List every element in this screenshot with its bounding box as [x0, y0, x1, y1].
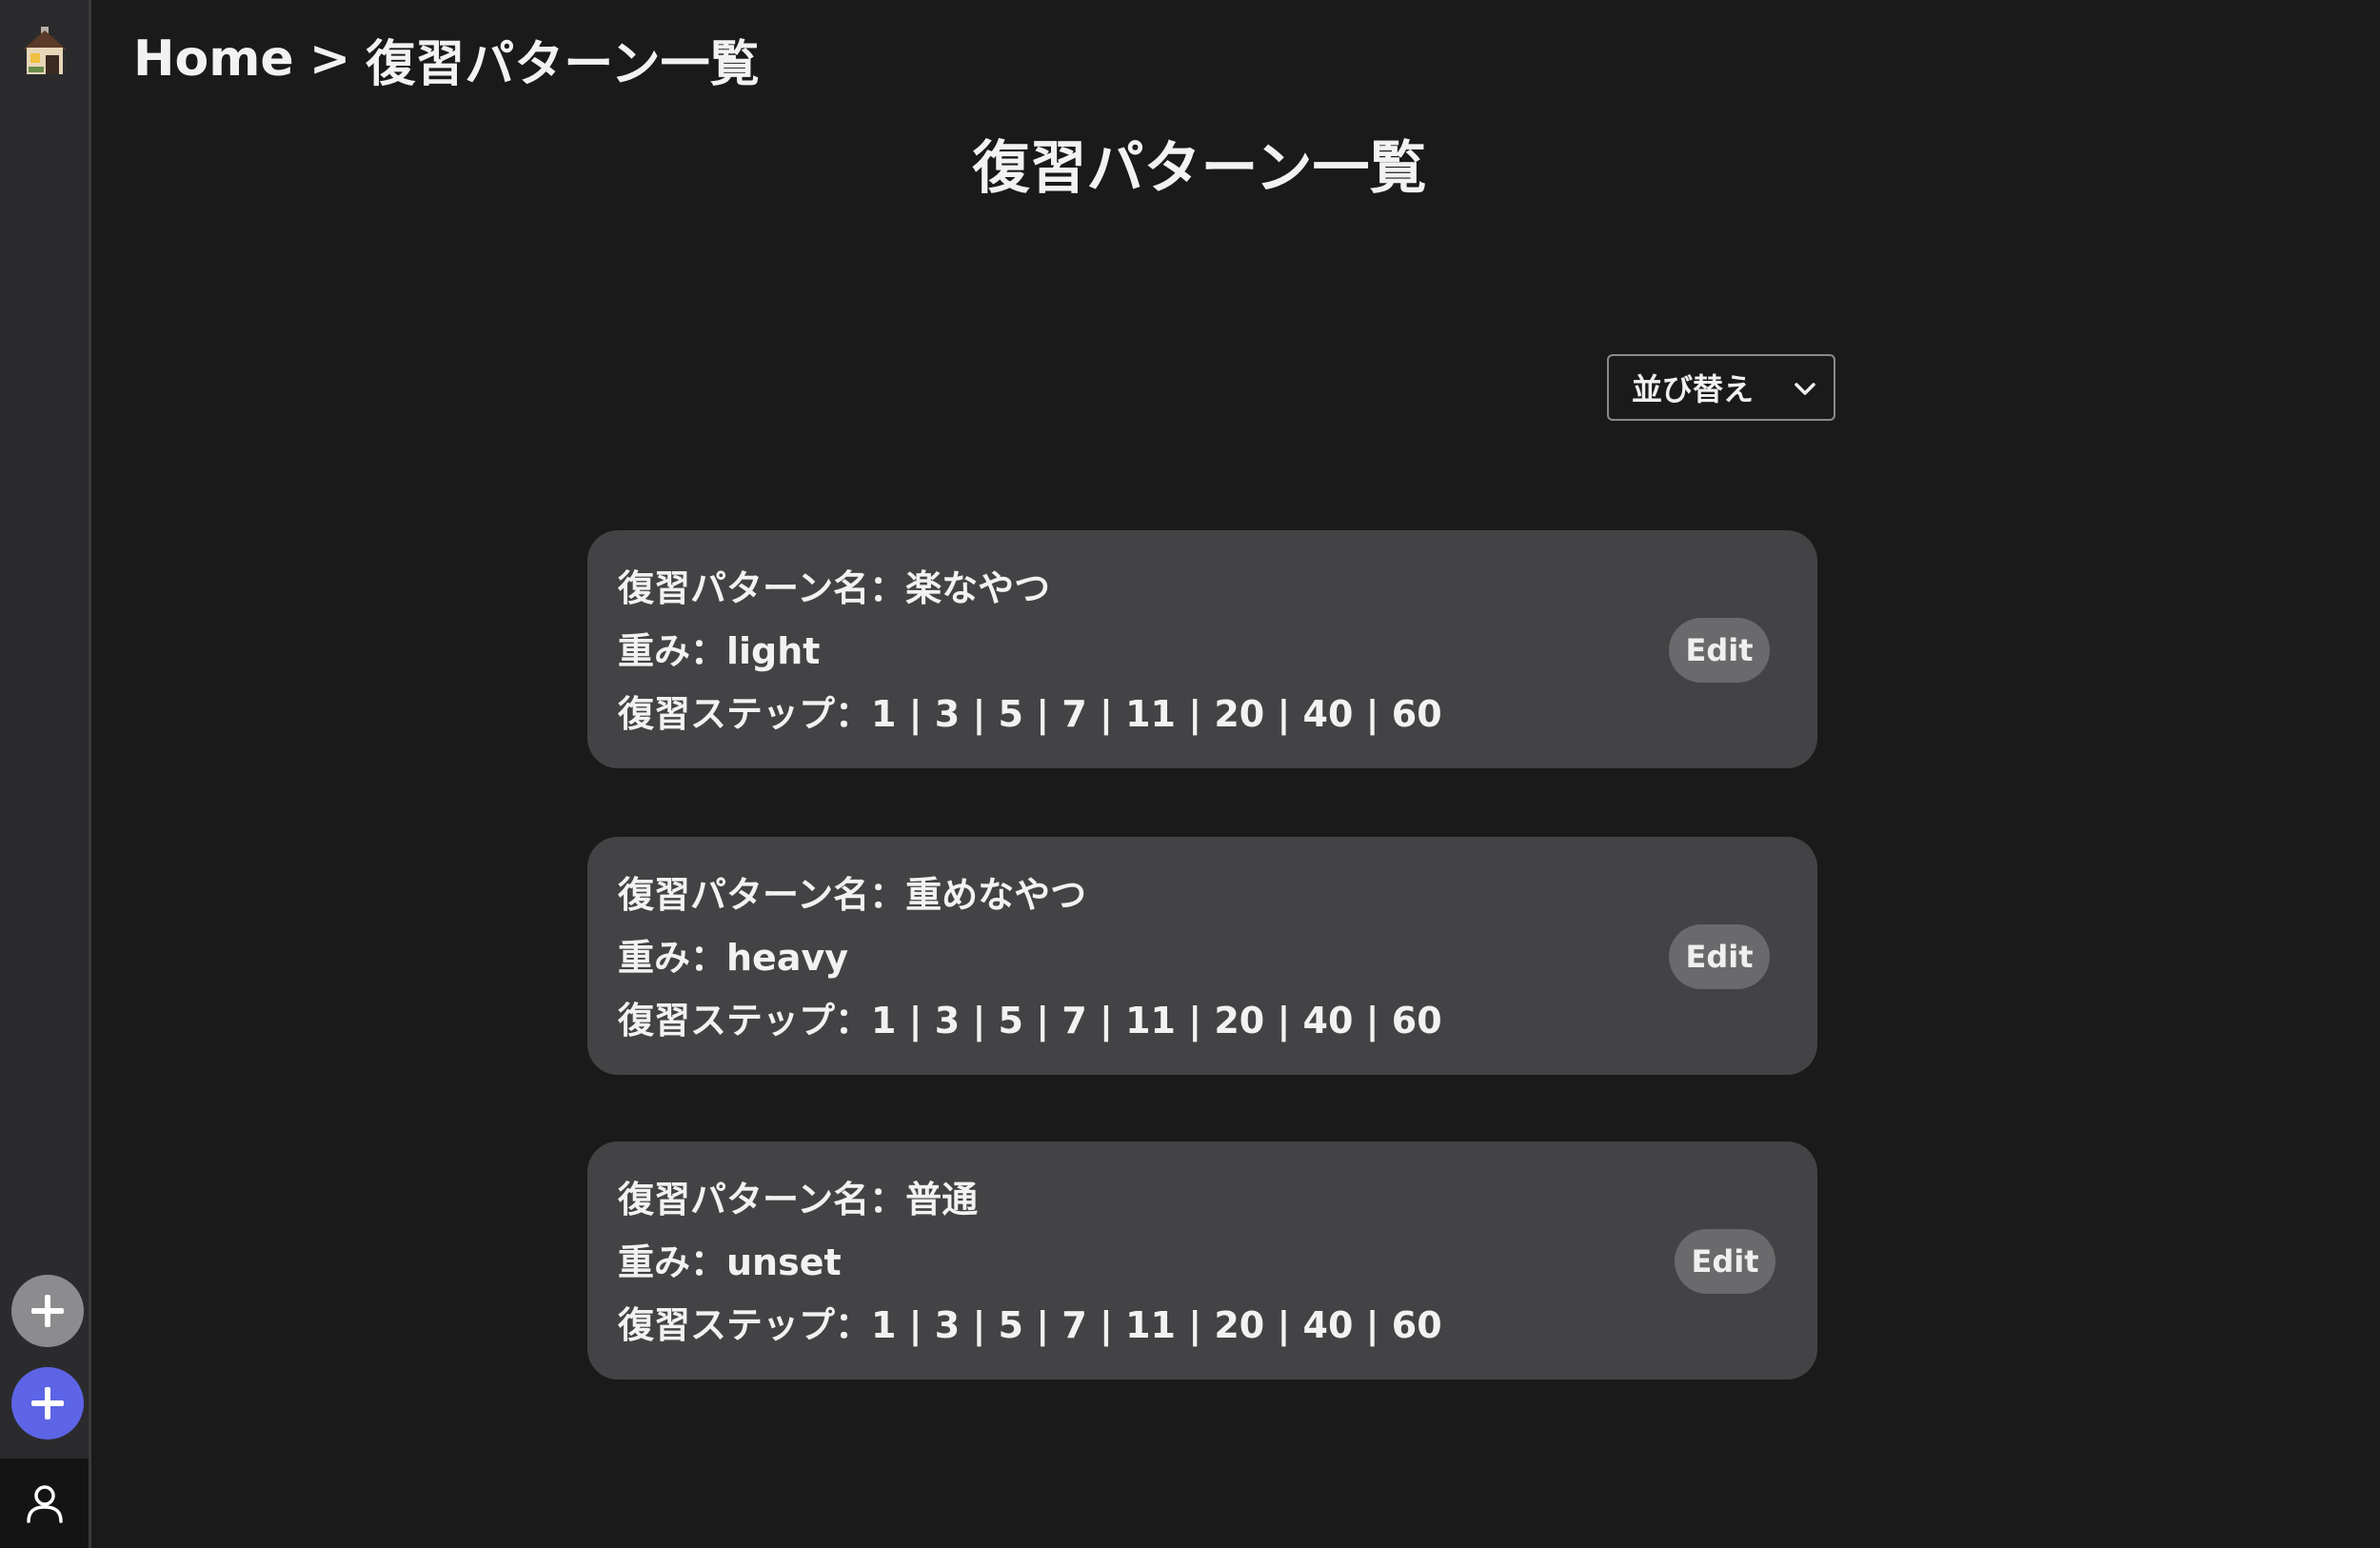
breadcrumb-separator: >	[308, 30, 351, 88]
pattern-weight: 重み：light	[618, 630, 821, 672]
breadcrumb-home-link[interactable]: Home	[133, 30, 294, 88]
pattern-name: 復習パターン名：楽なやつ	[618, 567, 1051, 609]
edit-button[interactable]: Edit	[1675, 1229, 1775, 1294]
pattern-steps: 復習ステップ：1 | 3 | 5 | 7 | 11 | 20 | 40 | 60	[618, 693, 1442, 735]
edit-button[interactable]: Edit	[1669, 618, 1770, 683]
add-button-gray[interactable]	[11, 1275, 84, 1347]
home-button[interactable]	[17, 21, 72, 80]
sort-dropdown-label: 並び替え	[1632, 371, 1755, 407]
user-icon	[26, 1485, 63, 1523]
pattern-steps: 復習ステップ：1 | 3 | 5 | 7 | 11 | 20 | 40 | 60	[618, 1000, 1442, 1042]
sidebar	[0, 0, 91, 1548]
sort-dropdown[interactable]: 並び替え	[1607, 354, 1835, 421]
plus-icon	[31, 1387, 64, 1419]
user-profile-button[interactable]	[0, 1459, 89, 1548]
house-icon	[23, 27, 67, 74]
pattern-card: 復習パターン名：重めなやつ 重み：heavy 復習ステップ：1 | 3 | 5 …	[587, 837, 1817, 1075]
chevron-down-icon	[1788, 371, 1822, 406]
pattern-steps: 復習ステップ：1 | 3 | 5 | 7 | 11 | 20 | 40 | 60	[618, 1304, 1442, 1346]
pattern-weight: 重み：unset	[618, 1241, 842, 1283]
breadcrumb: Home > 復習パターン一覧	[133, 21, 760, 97]
pattern-weight: 重み：heavy	[618, 937, 849, 979]
page-title: 復習パターン一覧	[972, 135, 1427, 202]
pattern-card: 復習パターン名：普通 重み：unset 復習ステップ：1 | 3 | 5 | 7…	[587, 1141, 1817, 1379]
pattern-card: 復習パターン名：楽なやつ 重み：light 復習ステップ：1 | 3 | 5 |…	[587, 530, 1817, 768]
add-button-blue[interactable]	[11, 1367, 84, 1439]
edit-button[interactable]: Edit	[1669, 924, 1770, 989]
breadcrumb-current: 復習パターン一覧	[366, 35, 760, 93]
app-root: Home > 復習パターン一覧 復習パターン一覧 並び替え 復習パターン名：楽な…	[0, 0, 2380, 1548]
plus-icon	[31, 1295, 64, 1327]
pattern-name: 復習パターン名：普通	[618, 1179, 979, 1221]
pattern-name: 復習パターン名：重めなやつ	[618, 874, 1087, 916]
